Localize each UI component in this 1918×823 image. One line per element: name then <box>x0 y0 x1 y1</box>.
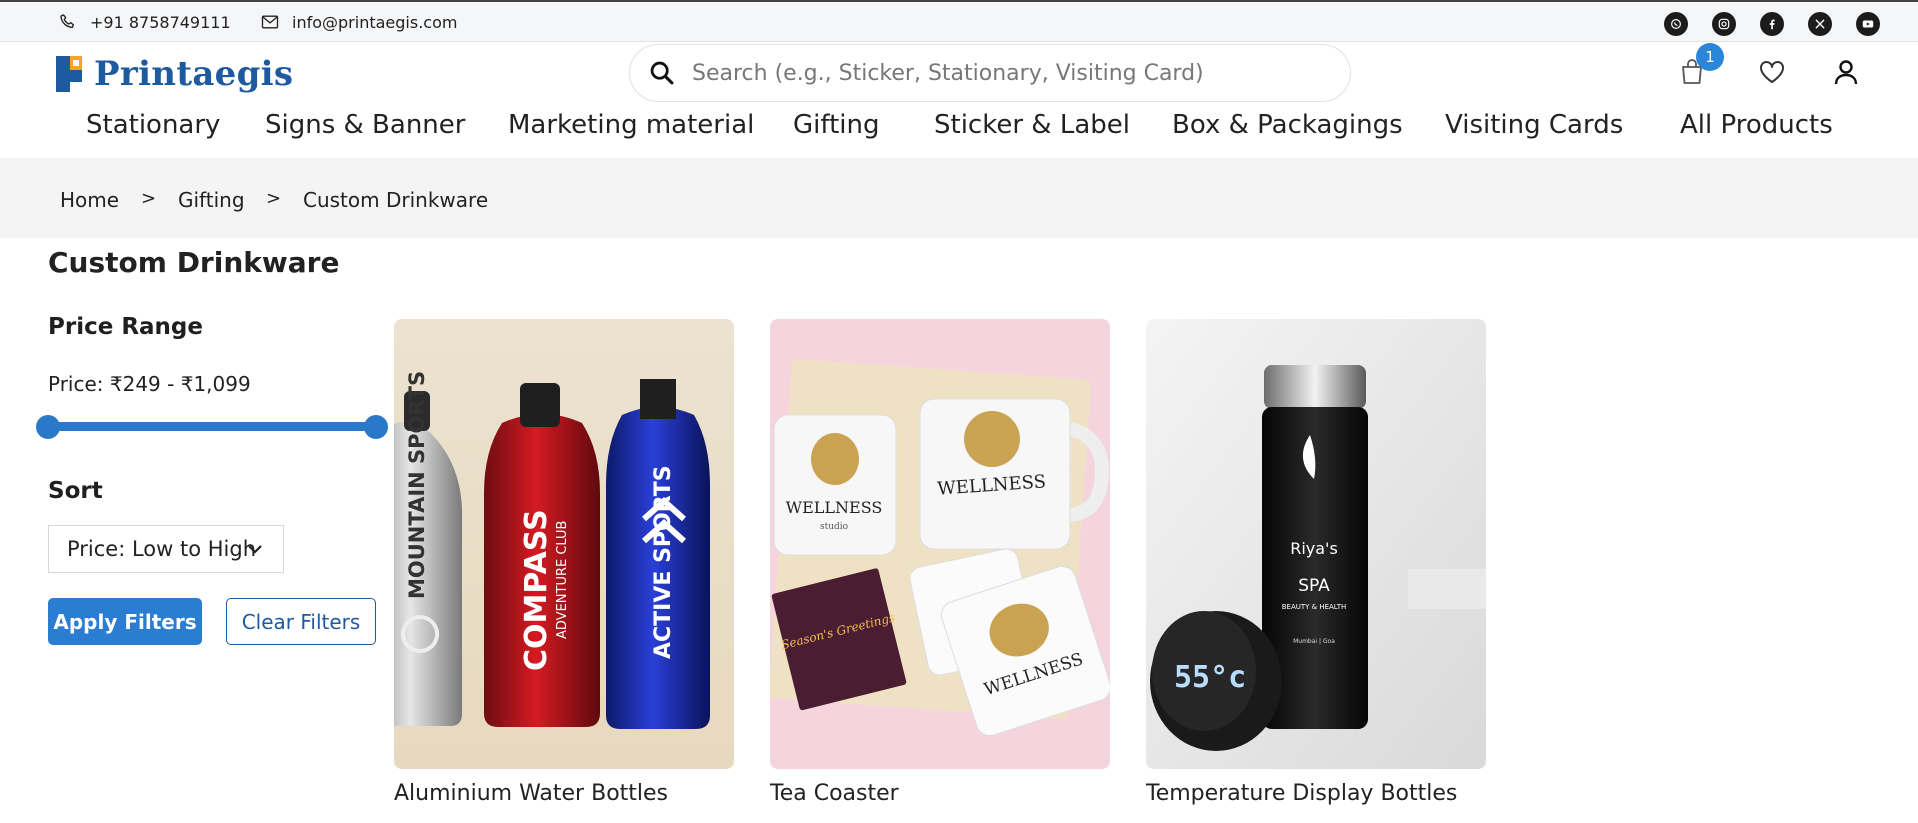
heart-icon <box>1760 61 1784 83</box>
user-icon <box>1834 60 1858 85</box>
breadcrumb-separator: > <box>266 188 282 209</box>
whatsapp-icon[interactable] <box>1664 12 1688 36</box>
product-title[interactable]: Aluminium Water Bottles <box>394 781 734 806</box>
account-button[interactable] <box>1828 54 1864 90</box>
nav-item-marketing-material[interactable]: Marketing material <box>508 110 754 140</box>
category-nav: Stationary Signs & Banner Marketing mate… <box>0 104 1918 158</box>
mug-text: WELLNESS <box>786 498 883 517</box>
facebook-icon[interactable] <box>1760 12 1784 36</box>
email-contact[interactable]: info@printaegis.com <box>260 12 457 32</box>
product-card[interactable]: WELLNESS studio WELLNESS Season's Greeti… <box>770 319 1110 806</box>
page-title: Custom Drinkware <box>48 246 340 279</box>
product-title[interactable]: Tea Coaster <box>770 781 1110 806</box>
mug-subtext: studio <box>820 522 848 532</box>
bottle-brand-sub2: BEAUTY & HEALTH <box>1282 603 1347 611</box>
product-image-water-bottles[interactable]: MOUNTAIN SPORTS COMPASS ADVENTURE CLUB A… <box>394 319 734 769</box>
breadcrumb-separator: > <box>141 188 157 209</box>
email-address: info@printaegis.com <box>292 12 458 32</box>
instagram-icon[interactable] <box>1712 12 1736 36</box>
wishlist-button[interactable] <box>1754 54 1790 90</box>
nav-item-sticker-label[interactable]: Sticker & Label <box>934 110 1130 140</box>
nav-item-stationary[interactable]: Stationary <box>86 110 220 140</box>
temperature-display: 55°c <box>1174 660 1246 695</box>
price-slider-track[interactable] <box>48 422 376 431</box>
site-header: Printaegis 1 <box>0 42 1918 104</box>
bottle-label-active: ACTIVE SPORTS <box>651 465 676 659</box>
search-input[interactable] <box>692 60 1312 86</box>
nav-item-signs-banner[interactable]: Signs & Banner <box>265 110 465 140</box>
nav-item-box-packagings[interactable]: Box & Packagings <box>1172 110 1403 140</box>
bottle-brand-sub: SPA <box>1298 576 1330 596</box>
breadcrumb-gifting[interactable]: Gifting <box>178 188 245 212</box>
sort-heading: Sort <box>48 478 103 504</box>
bottle-brand-city: Mumbai | Goa <box>1293 638 1335 645</box>
breadcrumb: Home > Gifting > Custom Drinkware <box>0 158 1918 238</box>
chevron-down-icon <box>248 545 262 554</box>
youtube-icon[interactable] <box>1856 12 1880 36</box>
bottle-label-compass: COMPASS <box>519 509 554 671</box>
apply-filters-button[interactable]: Apply Filters <box>48 598 202 645</box>
mail-icon <box>261 15 279 29</box>
nav-item-all-products[interactable]: All Products <box>1680 110 1833 140</box>
phone-contact[interactable]: +91 8758749111 <box>58 12 231 32</box>
phone-number: +91 8758749111 <box>90 12 231 32</box>
breadcrumb-home[interactable]: Home <box>60 188 119 212</box>
phone-icon <box>60 14 75 29</box>
bottle-label-adventure: ADVENTURE CLUB <box>555 521 570 639</box>
sort-select[interactable]: Price: Low to High <box>48 525 284 573</box>
logo-mark-icon <box>56 56 82 92</box>
search-icon <box>650 61 674 85</box>
product-card[interactable]: Riya's SPA BEAUTY & HEALTH Mumbai | Goa … <box>1146 319 1486 806</box>
breadcrumb-current: Custom Drinkware <box>303 188 489 212</box>
nav-item-visiting-cards[interactable]: Visiting Cards <box>1445 110 1623 140</box>
product-card[interactable]: MOUNTAIN SPORTS COMPASS ADVENTURE CLUB A… <box>394 319 734 806</box>
price-range-heading: Price Range <box>48 314 203 340</box>
product-title[interactable]: Temperature Display Bottles <box>1146 781 1486 806</box>
product-image-tea-coaster[interactable]: WELLNESS studio WELLNESS Season's Greeti… <box>770 319 1110 769</box>
top-contact-bar: +91 8758749111 info@printaegis.com <box>0 0 1918 42</box>
search-bar[interactable] <box>629 44 1351 102</box>
social-links <box>1664 12 1880 36</box>
brand-name: Printaegis <box>94 54 294 94</box>
price-slider-max-handle[interactable] <box>364 415 388 439</box>
bottle-label-mountain: MOUNTAIN SPORTS <box>405 371 429 599</box>
cart-count-badge: 1 <box>1696 43 1724 71</box>
brand-logo[interactable]: Printaegis <box>56 54 293 94</box>
bottle-brand-text: Riya's <box>1290 539 1338 558</box>
nav-item-gifting[interactable]: Gifting <box>793 110 879 140</box>
product-image-temperature-bottles[interactable]: Riya's SPA BEAUTY & HEALTH Mumbai | Goa … <box>1146 319 1486 769</box>
sort-selected-value: Price: Low to High <box>67 537 257 561</box>
x-icon[interactable] <box>1808 12 1832 36</box>
price-range-value: Price: ₹249 - ₹1,099 <box>48 372 251 396</box>
price-slider-min-handle[interactable] <box>36 415 60 439</box>
clear-filters-button[interactable]: Clear Filters <box>226 598 376 645</box>
